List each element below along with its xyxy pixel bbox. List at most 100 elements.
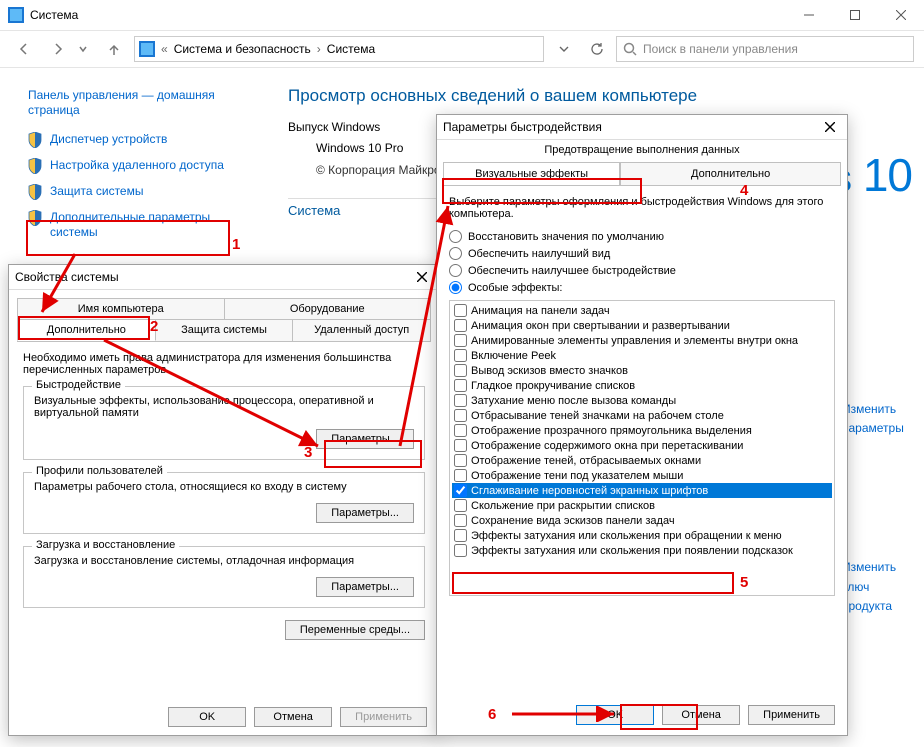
radio-option-0[interactable]: Восстановить значения по умолчанию: [449, 230, 835, 243]
effect-checkbox[interactable]: [454, 394, 467, 407]
nav-forward-button[interactable]: [44, 35, 72, 63]
perf-description: Выберите параметры оформления и быстроде…: [449, 196, 835, 220]
breadcrumb-item-1[interactable]: Система и безопасность: [174, 42, 311, 56]
effect-label: Сохранение вида эскизов панели задач: [471, 515, 675, 527]
effect-item[interactable]: Анимация окон при свертывании и разверты…: [452, 318, 832, 333]
effect-item[interactable]: Вывод эскизов вместо значков: [452, 363, 832, 378]
group-desc: Визуальные эффекты, использование процес…: [34, 395, 414, 419]
effect-label: Эффекты затухания или скольжения при поя…: [471, 545, 793, 557]
nav-item-device-manager[interactable]: Диспетчер устройств: [28, 132, 258, 148]
tab-remote[interactable]: Удаленный доступ: [293, 319, 431, 341]
effect-checkbox[interactable]: [454, 484, 467, 497]
effect-checkbox[interactable]: [454, 409, 467, 422]
ok-button[interactable]: OK: [576, 705, 654, 725]
effect-checkbox[interactable]: [454, 529, 467, 542]
search-input[interactable]: Поиск в панели управления: [616, 36, 914, 62]
effect-item[interactable]: Отображение теней, отбрасываемых окнами: [452, 453, 832, 468]
effect-checkbox[interactable]: [454, 439, 467, 452]
dialog-titlebar[interactable]: Параметры быстродействия: [437, 115, 847, 140]
breadcrumb-item-2[interactable]: Система: [327, 42, 375, 56]
cancel-button[interactable]: Отмена: [662, 705, 740, 725]
effect-item[interactable]: Гладкое прокручивание списков: [452, 378, 832, 393]
radio-option-3[interactable]: Особые эффекты:: [449, 281, 835, 294]
performance-settings-button[interactable]: Параметры...: [316, 429, 414, 449]
user-profiles-settings-button[interactable]: Параметры...: [316, 503, 414, 523]
effect-checkbox[interactable]: [454, 304, 467, 317]
tab-system-protection[interactable]: Защита системы: [156, 319, 294, 341]
nav-back-button[interactable]: [10, 35, 38, 63]
change-product-key-link[interactable]: Изменить ключ продукта: [842, 558, 912, 616]
effect-checkbox[interactable]: [454, 379, 467, 392]
tab-dep-label-top[interactable]: Предотвращение выполнения данных: [437, 140, 847, 156]
page-headline: Просмотр основных сведений о вашем компь…: [288, 86, 904, 106]
nav-up-button[interactable]: [100, 35, 128, 63]
ok-button[interactable]: OK: [168, 707, 246, 727]
window-minimize-button[interactable]: [786, 0, 832, 30]
dialog-titlebar[interactable]: Свойства системы: [9, 265, 439, 290]
address-bar[interactable]: « Система и безопасность › Система: [134, 36, 544, 62]
nav-item-remote-settings[interactable]: Настройка удаленного доступа: [28, 158, 258, 174]
nav-history-dropdown[interactable]: [78, 35, 88, 63]
nav-item-system-protection[interactable]: Защита системы: [28, 184, 258, 200]
effect-item[interactable]: Отображение содержимого окна при перетас…: [452, 438, 832, 453]
environment-variables-button[interactable]: Переменные среды...: [285, 620, 425, 640]
tab-visual-effects[interactable]: Визуальные эффекты: [443, 162, 620, 185]
breadcrumb-root[interactable]: «: [161, 42, 168, 56]
effect-item[interactable]: Эффекты затухания или скольжения при поя…: [452, 543, 832, 558]
radio-input[interactable]: [449, 264, 462, 277]
change-settings-link[interactable]: Изменить параметры: [842, 400, 912, 438]
effect-checkbox[interactable]: [454, 334, 467, 347]
effect-label: Отбрасывание теней значками на рабочем с…: [471, 410, 724, 422]
window-close-button[interactable]: [878, 0, 924, 30]
effect-item[interactable]: Сохранение вида эскизов панели задач: [452, 513, 832, 528]
effect-checkbox[interactable]: [454, 349, 467, 362]
dialog-close-button[interactable]: [819, 118, 841, 136]
radio-input[interactable]: [449, 230, 462, 243]
effect-checkbox[interactable]: [454, 364, 467, 377]
radio-option-1[interactable]: Обеспечить наилучший вид: [449, 247, 835, 260]
effect-checkbox[interactable]: [454, 544, 467, 557]
effect-item[interactable]: Сглаживание неровностей экранных шрифтов: [452, 483, 832, 498]
effect-item[interactable]: Включение Peek: [452, 348, 832, 363]
startup-recovery-settings-button[interactable]: Параметры...: [316, 577, 414, 597]
effect-item[interactable]: Анимация на панели задач: [452, 303, 832, 318]
address-icon: [139, 41, 155, 57]
effect-item[interactable]: Скольжение при раскрытии списков: [452, 498, 832, 513]
window-title: Система: [30, 8, 78, 22]
effect-label: Отображение теней, отбрасываемых окнами: [471, 455, 701, 467]
apply-button[interactable]: Применить: [748, 705, 835, 725]
radio-input[interactable]: [449, 247, 462, 260]
effect-checkbox[interactable]: [454, 469, 467, 482]
effect-checkbox[interactable]: [454, 499, 467, 512]
radio-input[interactable]: [449, 281, 462, 294]
effect-label: Отображение прозрачного прямоугольника в…: [471, 425, 752, 437]
effect-checkbox[interactable]: [454, 454, 467, 467]
refresh-button[interactable]: [584, 36, 610, 62]
effect-label: Анимация на панели задач: [471, 305, 610, 317]
effect-checkbox[interactable]: [454, 319, 467, 332]
tab-advanced[interactable]: Дополнительно: [17, 319, 156, 341]
cancel-button[interactable]: Отмена: [254, 707, 332, 727]
tab-computer-name[interactable]: Имя компьютера: [17, 298, 225, 319]
dialog-close-button[interactable]: [411, 268, 433, 286]
breadcrumb-sep: ›: [317, 42, 321, 56]
effect-item[interactable]: Анимированные элементы управления и элем…: [452, 333, 832, 348]
effect-item[interactable]: Отбрасывание теней значками на рабочем с…: [452, 408, 832, 423]
dialog-footer: OK Отмена Применить: [168, 707, 427, 727]
effect-item[interactable]: Затухание меню после вызова команды: [452, 393, 832, 408]
effect-item[interactable]: Отображение тени под указателем мыши: [452, 468, 832, 483]
radio-option-2[interactable]: Обеспечить наилучшее быстродействие: [449, 264, 835, 277]
effect-item[interactable]: Эффекты затухания или скольжения при обр…: [452, 528, 832, 543]
address-dropdown[interactable]: [550, 35, 578, 63]
effect-checkbox[interactable]: [454, 424, 467, 437]
tab-advanced-perf[interactable]: Дополнительно: [620, 162, 841, 185]
tab-hardware[interactable]: Оборудование: [225, 298, 432, 319]
effect-item[interactable]: Отображение прозрачного прямоугольника в…: [452, 423, 832, 438]
window-maximize-button[interactable]: [832, 0, 878, 30]
control-panel-home-link[interactable]: Панель управления — домашняя страница: [28, 88, 258, 118]
apply-button[interactable]: Применить: [340, 707, 427, 727]
nav-item-advanced-system-settings[interactable]: Дополнительные параметры системы: [28, 210, 258, 240]
shield-icon: [28, 132, 42, 148]
effects-list[interactable]: Анимация на панели задачАнимация окон пр…: [449, 300, 835, 596]
effect-checkbox[interactable]: [454, 514, 467, 527]
